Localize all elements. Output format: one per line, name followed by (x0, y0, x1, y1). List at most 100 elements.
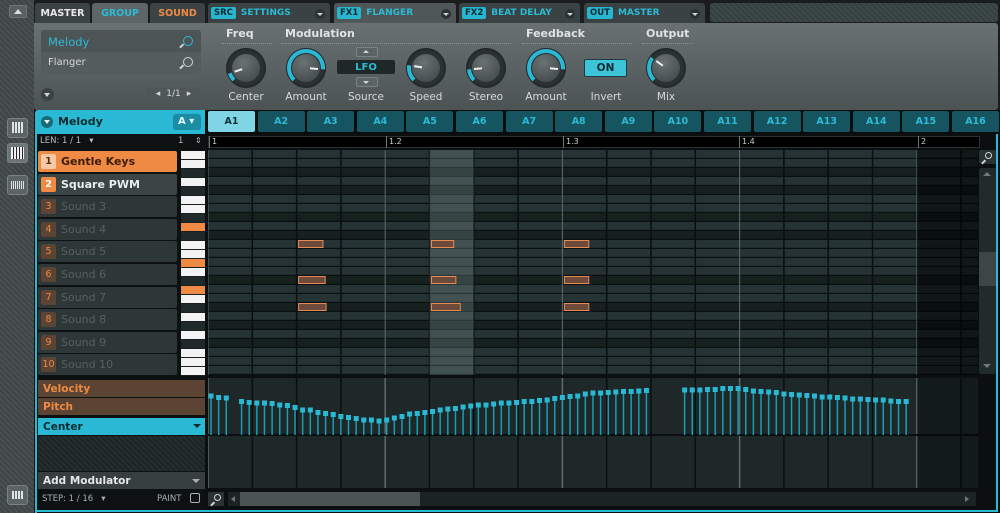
mod-point[interactable] (712, 387, 718, 392)
piano-key[interactable] (181, 241, 205, 249)
piano-key[interactable] (181, 304, 205, 312)
mod-point[interactable] (223, 395, 229, 401)
mod-point[interactable] (330, 412, 336, 417)
mod-point[interactable] (811, 393, 817, 399)
mod-point[interactable] (590, 390, 596, 396)
mod-point[interactable] (735, 386, 741, 391)
mod-point[interactable] (903, 399, 909, 404)
stereo-knob[interactable] (466, 48, 506, 88)
source-value[interactable]: LFO (337, 60, 395, 74)
pad-view-button[interactable] (7, 118, 28, 138)
sound-slot[interactable]: 2 Square PWM (38, 173, 177, 195)
length-selector[interactable]: LEN: 1 / 1 ▾ (40, 136, 94, 146)
sound-slot[interactable]: 6 Sound 6 (38, 264, 177, 285)
mod-point[interactable] (857, 396, 863, 402)
mod-amount-knob[interactable] (286, 48, 326, 88)
mod-point[interactable] (880, 397, 886, 403)
mod-point[interactable] (575, 393, 581, 399)
pattern-a10[interactable]: A10 (654, 111, 702, 132)
mod-point[interactable] (254, 400, 260, 406)
sampler-view-button[interactable] (7, 175, 28, 195)
menu-down-icon[interactable] (41, 88, 54, 101)
feedback-amount-knob[interactable] (526, 48, 566, 88)
pattern-a12[interactable]: A12 (753, 111, 801, 132)
piano-key[interactable] (181, 367, 205, 375)
scroll-right-icon[interactable] (965, 496, 969, 502)
piano-key[interactable] (181, 178, 205, 186)
mod-point[interactable] (873, 397, 879, 403)
mod-point[interactable] (727, 386, 733, 391)
grid-row[interactable] (208, 348, 978, 356)
center-knob[interactable] (226, 48, 266, 88)
source-up-button[interactable] (356, 47, 378, 57)
mod-point[interactable] (277, 402, 283, 408)
modulation-view-button[interactable] (7, 485, 28, 505)
mod-point[interactable] (284, 403, 290, 408)
scroll-down-icon[interactable] (983, 364, 991, 368)
mod-point[interactable] (307, 407, 313, 413)
grid-row[interactable] (208, 258, 978, 266)
mod-point[interactable] (452, 406, 458, 411)
note-grid[interactable] (208, 150, 978, 375)
grid-row[interactable] (208, 321, 978, 329)
piano-key[interactable] (181, 259, 205, 267)
scroll-thumb[interactable] (979, 252, 996, 286)
grid-row[interactable] (208, 204, 978, 212)
invert-toggle[interactable]: ON (584, 59, 627, 77)
mod-point[interactable] (414, 411, 420, 416)
mod-point[interactable] (529, 399, 535, 404)
note[interactable] (563, 303, 590, 311)
mod-point[interactable] (743, 387, 749, 392)
mod-point[interactable] (613, 389, 619, 395)
mod-point[interactable] (445, 406, 451, 412)
note[interactable] (563, 240, 590, 248)
mod-point[interactable] (300, 407, 306, 413)
dropdown-icon[interactable] (193, 424, 201, 428)
speed-knob[interactable] (406, 48, 446, 88)
dropdown-icon[interactable] (690, 9, 700, 19)
grid-row[interactable] (208, 159, 978, 167)
dropdown-icon[interactable] (565, 9, 575, 19)
search-icon[interactable] (183, 57, 193, 67)
grid-row[interactable] (208, 240, 978, 248)
h-scroll-thumb[interactable] (240, 492, 420, 506)
mod-point[interactable] (796, 392, 802, 398)
grid-row[interactable] (208, 366, 978, 374)
mod-point[interactable] (498, 400, 504, 406)
scroll-up-icon[interactable] (983, 172, 991, 176)
mod-point[interactable] (865, 397, 871, 402)
sound-slot[interactable]: 3 Sound 3 (38, 196, 177, 218)
pattern-a7[interactable]: A7 (505, 111, 553, 132)
pattern-a15[interactable]: A15 (902, 111, 950, 132)
mod-point[interactable] (292, 405, 298, 410)
mod-point[interactable] (536, 398, 542, 403)
group-menu-icon[interactable] (41, 116, 53, 128)
piano-key[interactable] (181, 187, 205, 195)
pattern-a1[interactable]: A1 (208, 111, 255, 132)
mod-point[interactable] (720, 386, 726, 391)
slot-src[interactable]: SRC SETTINGS (208, 3, 330, 23)
add-modulator-button[interactable]: Add Modulator (38, 472, 205, 489)
slot-fx2[interactable]: FX2 BEAT DELAY (459, 3, 580, 23)
sound-slot[interactable]: 1 Gentle Keys (38, 151, 177, 172)
tab-master[interactable]: MASTER (35, 3, 90, 23)
mod-point[interactable] (338, 414, 344, 419)
mod-point[interactable] (628, 389, 634, 394)
pattern-a16[interactable]: A16 (952, 111, 999, 132)
scroll-left-icon[interactable] (231, 496, 235, 502)
pattern-a5[interactable]: A5 (406, 111, 454, 132)
sound-slot[interactable]: 9 Sound 9 (38, 331, 177, 353)
piano-key[interactable] (181, 340, 205, 348)
zoom-button[interactable] (979, 150, 996, 164)
source-down-button[interactable] (356, 77, 378, 87)
pattern-a6[interactable]: A6 (456, 111, 503, 132)
grid-row[interactable] (208, 231, 978, 239)
piano-key[interactable] (181, 331, 205, 339)
mod-point[interactable] (514, 400, 520, 405)
lane-velocity[interactable]: Velocity (38, 380, 205, 397)
empty-slot[interactable] (710, 3, 998, 22)
mod-point[interactable] (766, 389, 772, 395)
grid-row[interactable] (208, 330, 978, 338)
mod-point[interactable] (208, 393, 214, 399)
grid-row[interactable] (208, 267, 978, 275)
